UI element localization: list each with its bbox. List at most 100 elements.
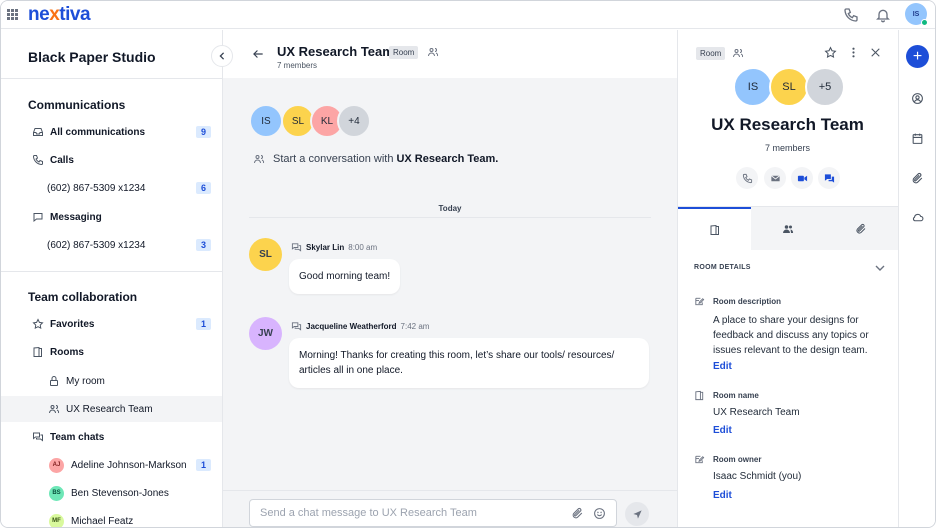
group-icon [49,405,60,414]
chevron-down-icon[interactable] [875,263,885,273]
plus-icon: + [912,47,923,65]
bell-icon[interactable] [875,7,891,23]
edit-name-link[interactable]: Edit [713,425,732,436]
composer [223,490,677,527]
phone-icon[interactable] [843,7,859,23]
right-rail: + [898,30,935,527]
inbox-icon [33,128,43,136]
sidebar-divider [1,271,223,272]
paperclip-icon[interactable] [571,507,584,520]
edit-description-link[interactable]: Edit [713,361,732,372]
room-details-panel: Room IS SL +5 UX Research Team 7 members [677,30,898,527]
video-call-button[interactable] [791,167,813,189]
sidebar-item-label: (602) 867-5309 x1234 [47,239,146,251]
count-badge: 1 [196,318,211,330]
room-name-label: Room name [713,391,759,400]
chats-icon [824,173,834,183]
emoji-icon[interactable] [593,507,606,520]
online-status-dot [921,19,928,26]
room-title: UX Research Team [277,44,394,59]
more-options-icon[interactable] [847,46,860,59]
edit-note-icon [695,455,705,464]
chat-type-icon [291,322,302,331]
message-time: 8:00 am [348,243,378,252]
chevron-left-icon [219,52,225,60]
user-avatar[interactable]: IS [905,3,928,26]
edit-owner-link[interactable]: Edit [713,490,732,501]
room-member-count: 7 members [764,143,810,153]
sidebar-item-team-chats[interactable]: Team chats [1,424,222,450]
app-grid-icon[interactable] [7,9,18,20]
cloud-icon[interactable] [911,211,924,224]
room-details-title: UX Research Team [711,115,864,134]
paperclip-icon[interactable] [911,172,924,185]
sidebar-item-all-communications[interactable]: All communications 9 [1,119,222,145]
back-arrow-icon[interactable] [251,47,265,61]
count-badge: 1 [196,459,211,471]
members-icon[interactable] [427,46,439,58]
sidebar-item-favorites[interactable]: Favorites 1 [1,311,222,337]
sidebar-item-messaging-line[interactable]: (602) 867-5309 x1234 3 [1,232,222,258]
tab-members[interactable] [751,207,824,251]
avatar: IS [249,104,283,138]
sidebar-item-label: My room [66,375,105,387]
sidebar-item-chat-adeline[interactable]: AJ Adeline Johnson-Markson 1 [1,452,222,478]
message-bubble[interactable]: Good morning team! [289,259,401,294]
sidebar-item-label: All communications [50,126,146,138]
collapse-sidebar-button[interactable] [211,45,233,67]
email-button[interactable] [764,167,786,189]
sidebar-item-label: Rooms [50,346,84,358]
send-button[interactable] [625,502,649,526]
details-tabs [678,206,898,251]
group-icon [782,225,793,233]
sidebar-item-chat-ben[interactable]: BS Ben Stevenson-Jones [1,480,222,506]
chats-icon [33,432,43,442]
avatar: IS [733,67,773,107]
sidebar-item-ux-research-team[interactable]: UX Research Team [1,396,222,422]
avatar[interactable]: SL [249,238,282,271]
new-item-button[interactable]: + [906,45,929,68]
calendar-icon[interactable] [911,132,924,145]
start-conversation-prefix: Start a conversation with [273,153,394,165]
message-bubble-icon [33,213,43,223]
sidebar-item-rooms[interactable]: Rooms [1,339,222,365]
sidebar-item-calls-line[interactable]: (602) 867-5309 x1234 6 [1,175,222,201]
sidebar-item-label: Messaging [50,211,102,223]
avatar[interactable]: JW [249,317,282,350]
sidebar-item-messaging[interactable]: Messaging [1,204,222,230]
sidebar-item-my-room[interactable]: My room [1,368,222,394]
nextiva-logo[interactable]: nextiva [28,4,91,26]
count-badge: 6 [196,182,211,194]
message-bubble[interactable]: Morning! Thanks for creating this room, … [289,338,649,388]
sidebar-item-chat-michael[interactable]: MF Michael Featz [1,508,222,527]
room-description-value: A place to share your designs for feedba… [713,315,869,356]
members-icon[interactable] [732,47,744,59]
star-icon[interactable] [824,46,837,59]
star-icon [32,318,44,330]
room-name-value: UX Research Team [713,407,800,418]
call-button[interactable] [736,167,758,189]
sidebar-item-calls[interactable]: Calls [1,147,222,173]
sidebar: Black Paper Studio Communications All co… [1,30,233,527]
close-icon[interactable] [869,46,882,59]
door-icon [695,390,704,401]
send-icon [632,509,642,519]
tab-attachments[interactable] [824,207,897,251]
contact-icon[interactable] [911,92,924,105]
message-meta: Skylar Lin 8:00 am [291,242,377,253]
more-members-avatar: +5 [805,67,845,107]
sidebar-item-label: Adeline Johnson-Markson [71,459,187,471]
lock-icon [50,376,58,386]
chat-button[interactable] [818,167,840,189]
paperclip-icon [856,223,865,234]
count-badge: 9 [196,126,211,138]
start-conversation-room: UX Research Team. [396,153,499,165]
sidebar-item-label: UX Research Team [66,403,153,415]
chat-type-icon [291,243,302,252]
tab-room-details[interactable] [678,207,751,251]
room-member-count: 7 members [277,61,318,70]
chat-message-input[interactable] [249,499,617,527]
room-owner-value: Isaac Schmidt (you) [713,471,802,482]
message-time: 7:42 am [400,322,430,331]
avatar: MF [49,513,64,527]
